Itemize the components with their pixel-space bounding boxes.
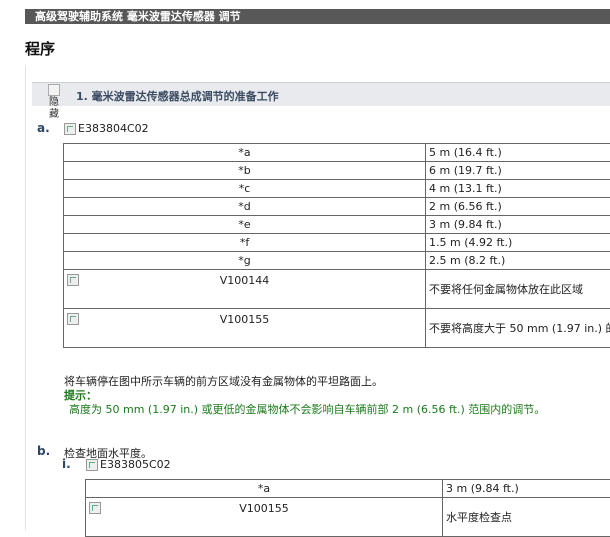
spec-table-a: *a 5 m (16.4 ft.) *b 6 m (19.7 ft.) *c 4… [63,143,610,348]
table-row: *a 3 m (9.84 ft.) [86,480,610,498]
table-cell-label: *f [64,234,426,252]
table-row: V100155 水平度检查点 [86,498,610,537]
table-cell-value: 3 m (9.84 ft.) [426,216,610,234]
table-cell-icon: V100155 [86,498,443,537]
hide-toggle-label: 隐藏 [49,97,59,120]
table-cell-label: *a [64,144,426,162]
spec-table-b: *a 3 m (9.84 ft.) V100155 水平度检查点 [85,479,610,537]
table-cell-value: 4 m (13.1 ft.) [426,180,610,198]
figure-label: E383805C02 [100,458,171,471]
icon-code: V100155 [89,502,439,515]
table-cell-value: 2 m (6.56 ft.) [426,198,610,216]
table-cell-label: *a [86,480,443,498]
table-row: V100144 不要将任何金属物体放在此区域 [64,270,610,309]
hint-text: 高度为 50 mm (1.97 in.) 或更低的金属物体不会影响自车辆前部 2… [69,401,545,417]
broken-image-icon [48,84,60,96]
table-cell-value: 2.5 m (8.2 ft.) [426,252,610,270]
table-cell-label: *c [64,180,426,198]
step-marker-a: a. [37,121,50,135]
table-cell-label: *g [64,252,426,270]
icon-code: V100144 [67,274,422,287]
table-cell-value: 不要将高度大于 50 mm (1.97 in.) 的物体放在此区域 [426,309,610,348]
table-cell-value: 3 m (9.84 ft.) [443,480,610,498]
table-row: *e 3 m (9.84 ft.) [64,216,610,234]
step-marker-b: b. [37,444,50,458]
section-title: 1. 毫米波雷达传感器总成调节的准备工作 [76,88,279,104]
instruction-text: 将车辆停在图中所示车辆的前方区域没有金属物体的平坦路面上。 [64,373,383,389]
table-row: V100155 不要将高度大于 50 mm (1.97 in.) 的物体放在此区… [64,309,610,348]
figure-image[interactable]: E383805C02 [86,458,171,471]
table-cell-label: *e [64,216,426,234]
table-row: *f 1.5 m (4.92 ft.) [64,234,610,252]
substep-marker-i: i. [62,457,71,471]
figure-image[interactable]: E383804C02 [64,122,149,135]
table-cell-icon: V100155 [64,309,426,348]
table-row: *a 5 m (16.4 ft.) [64,144,610,162]
table-cell-value: 不要将任何金属物体放在此区域 [426,270,610,309]
table-row: *b 6 m (19.7 ft.) [64,162,610,180]
breadcrumb: 高级驾驶辅助系统 毫米波雷达传感器 调节 [35,10,241,23]
table-cell-label: *b [64,162,426,180]
broken-image-icon [86,459,98,471]
page-title: 程序 [25,38,55,59]
hide-toggle[interactable]: 隐藏 [46,84,62,121]
table-cell-label: *d [64,198,426,216]
table-row: *c 4 m (13.1 ft.) [64,180,610,198]
figure-label: E383804C02 [78,122,149,135]
table-cell-value: 5 m (16.4 ft.) [426,144,610,162]
table-cell-value: 6 m (19.7 ft.) [426,162,610,180]
table-cell-value: 1.5 m (4.92 ft.) [426,234,610,252]
icon-code: V100155 [67,313,422,326]
table-cell-value: 水平度检查点 [443,498,610,537]
content-divider [25,66,26,530]
broken-image-icon [64,123,76,135]
table-cell-icon: V100144 [64,270,426,309]
breadcrumb-bar: 高级驾驶辅助系统 毫米波雷达传感器 调节 [25,9,610,24]
table-row: *d 2 m (6.56 ft.) [64,198,610,216]
table-row: *g 2.5 m (8.2 ft.) [64,252,610,270]
